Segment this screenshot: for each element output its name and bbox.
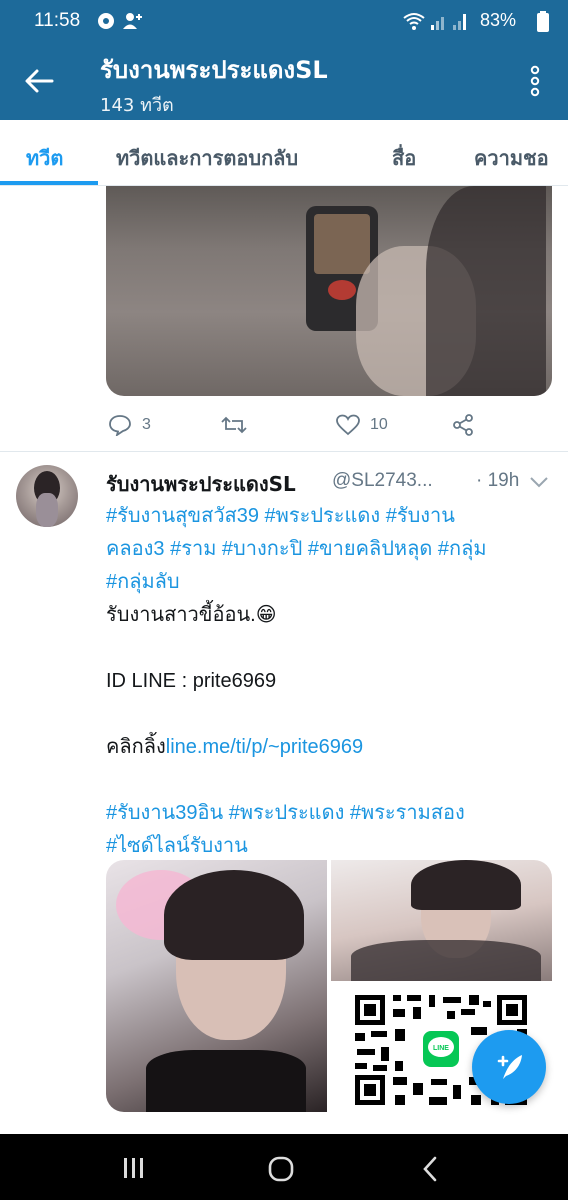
retweet-icon <box>221 416 247 434</box>
recent-apps-icon[interactable] <box>120 1156 148 1180</box>
tweet-text-line: ID LINE : prite6969 <box>106 670 277 692</box>
like-count: 10 <box>370 416 388 433</box>
line-badge-text: LINE <box>433 1045 449 1052</box>
compose-tweet-button[interactable] <box>472 1030 546 1104</box>
system-nav-bar <box>0 1134 568 1200</box>
media-photo[interactable] <box>331 860 552 981</box>
link-prefix: คลิกลิ้ง <box>106 736 166 758</box>
line-link[interactable]: line.me/ti/p/~prite6969 <box>166 736 363 758</box>
hashtag-line[interactable]: #กลุ่มลับ <box>106 566 552 599</box>
tweet-image[interactable] <box>106 186 552 396</box>
battery-icon <box>537 11 549 32</box>
chevron-down-icon[interactable] <box>528 474 550 490</box>
tab-tweets-replies[interactable]: ทวีตและการตอบกลับ <box>116 142 298 174</box>
compose-feather-icon <box>497 1055 522 1079</box>
tweet-author-handle[interactable]: @SL2743... <box>332 470 433 492</box>
back-nav-icon[interactable] <box>420 1156 440 1182</box>
active-tab-indicator <box>0 181 98 185</box>
tab-tweets[interactable]: ทวีต <box>26 142 63 174</box>
hashtag-line[interactable]: #ไซด์ไลน์รับงาน <box>106 830 552 863</box>
home-icon[interactable] <box>266 1156 296 1182</box>
person-add-icon <box>123 13 142 29</box>
tweet-count: 143 ทวีต <box>100 95 174 116</box>
wifi-icon <box>403 13 425 30</box>
hashtag-line[interactable]: #รับงาน39อิน #พระประแดง #พระรามสอง <box>106 797 552 830</box>
hashtag-line[interactable]: #รับงานสุขสวัส39 #พระประแดง #รับงาน <box>106 500 552 533</box>
tab-likes[interactable]: ความชอ <box>474 142 549 174</box>
arrow-left-icon[interactable] <box>22 64 56 98</box>
tweet-divider <box>0 451 568 452</box>
heart-icon <box>336 414 360 436</box>
tab-media[interactable]: สื่อ <box>392 142 416 174</box>
signal-icon <box>431 17 444 30</box>
share-icon <box>453 414 473 436</box>
retweet-button[interactable] <box>220 414 258 436</box>
battery-percentage: 83% <box>480 10 517 30</box>
more-vertical-icon[interactable] <box>524 64 546 98</box>
signal-icon <box>453 14 466 30</box>
profile-tabs: ทวีต ทวีตและการตอบกลับ สื่อ ความชอ <box>0 120 568 186</box>
share-button[interactable] <box>452 414 474 436</box>
reply-button[interactable]: 3 <box>108 414 151 436</box>
tweet-author-name[interactable]: รับงานพระประแดงSL <box>106 468 296 500</box>
media-photo[interactable] <box>106 860 327 1112</box>
settings-gear-icon <box>98 13 114 29</box>
reply-count: 3 <box>142 416 151 433</box>
tweet-timestamp: · 19h <box>476 470 520 491</box>
tweet-text-line: รับงานสาวขี้อ้อน.😁 <box>106 604 277 626</box>
app-header: 11:58 83% รับงานพระประแดงSL 143 ทวีต <box>0 0 568 120</box>
like-button[interactable]: 10 <box>336 414 388 436</box>
avatar[interactable] <box>16 465 78 527</box>
status-time: 11:58 <box>34 10 81 31</box>
reply-icon <box>109 415 131 436</box>
hashtag-line[interactable]: คลอง3 #ราม #บางกะปิ #ขายคลิปหลุด #กลุ่ม <box>106 533 552 566</box>
profile-title: รับงานพระประแดงSL <box>100 56 328 84</box>
tweet-text: #รับงานสุขสวัส39 #พระประแดง #รับงาน คลอง… <box>106 500 552 863</box>
tweet-link-line: คลิกลิ้งline.me/ti/p/~prite6969 <box>106 731 552 764</box>
status-bar: 11:58 83% <box>0 0 568 44</box>
